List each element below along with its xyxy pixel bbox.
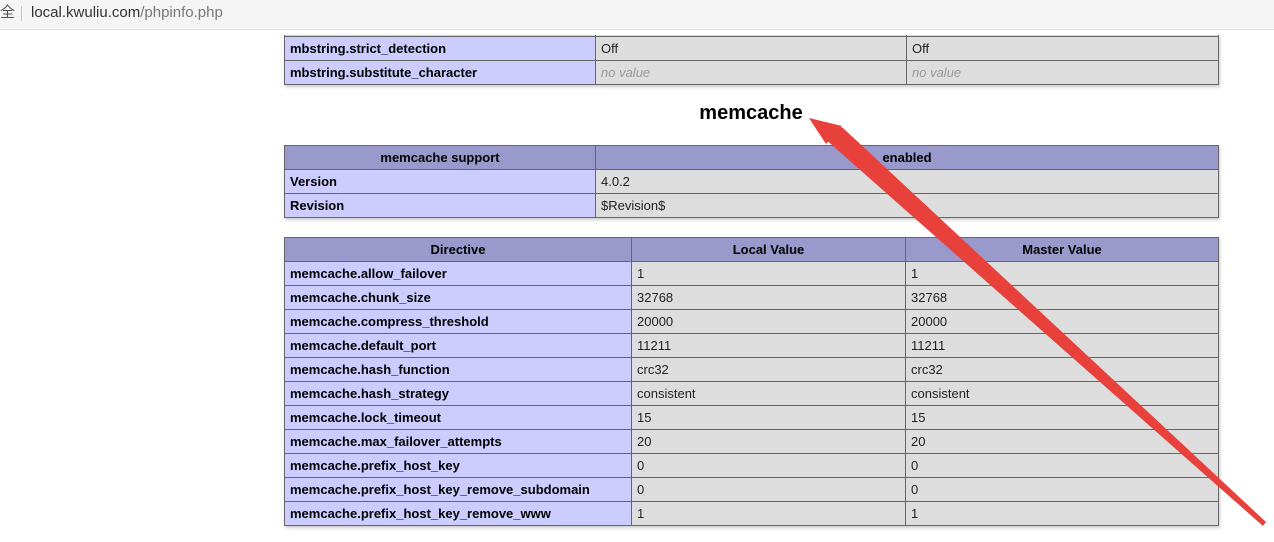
directive-name: memcache.chunk_size <box>284 285 632 310</box>
table-row: memcache.lock_timeout 15 15 <box>284 405 1219 430</box>
local-value: 20 <box>631 429 906 454</box>
directive-rows: memcache.allow_failover 1 1 memcache.chunk_… <box>284 261 1219 526</box>
master-value: 11211 <box>905 333 1219 358</box>
master-value: Off <box>906 35 1219 61</box>
master-value: no value <box>906 59 1219 85</box>
table-row: memcache.allow_failover 1 1 <box>284 261 1219 286</box>
table-row: memcache.compress_threshold 20000 20000 <box>284 309 1219 334</box>
table-row: memcache.hash_function crc32 crc32 <box>284 357 1219 382</box>
local-value: 20000 <box>631 309 906 334</box>
directive-name: memcache.max_failover_attempts <box>284 429 632 454</box>
section-title-memcache[interactable]: memcache <box>284 102 1218 125</box>
table-row: memcache.default_port 11211 11211 <box>284 333 1219 358</box>
local-value: Off <box>595 35 907 61</box>
memcache-support-table: memcache support enabled Version 4.0.2 R… <box>284 145 1219 218</box>
directive-name: memcache.allow_failover <box>284 261 632 286</box>
table-row: memcache.prefix_host_key_remove_www 1 1 <box>284 501 1219 526</box>
info-label: Version <box>284 169 596 194</box>
directive-name: memcache.hash_strategy <box>284 381 632 406</box>
local-value: 0 <box>631 453 906 478</box>
master-value: 0 <box>905 453 1219 478</box>
support-header-label: memcache support <box>284 145 596 170</box>
master-value: 1 <box>905 261 1219 286</box>
master-value: crc32 <box>905 357 1219 382</box>
local-value: crc32 <box>631 357 906 382</box>
table-row: mbstring.substitute_character no value n… <box>284 59 1219 85</box>
table-row: Revision $Revision$ <box>284 193 1219 218</box>
info-value: $Revision$ <box>595 193 1219 218</box>
info-value: 4.0.2 <box>595 169 1219 194</box>
column-header-local-value: Local Value <box>631 237 906 262</box>
table-row: memcache.chunk_size 32768 32768 <box>284 285 1219 310</box>
column-header-master-value: Master Value <box>905 237 1219 262</box>
memcache-directives-table: Directive Local Value Master Value memca… <box>284 237 1219 526</box>
directive-name: memcache.prefix_host_key <box>284 453 632 478</box>
mbstring-directives-table: mbstring.strict_detection Off Off mbstri… <box>284 35 1219 85</box>
master-value: consistent <box>905 381 1219 406</box>
master-value: 20 <box>905 429 1219 454</box>
master-value: 1 <box>905 501 1219 526</box>
table-row: mbstring.strict_detection Off Off <box>284 35 1219 61</box>
local-value: 15 <box>631 405 906 430</box>
master-value: 0 <box>905 477 1219 502</box>
directive-name: memcache.hash_function <box>284 357 632 382</box>
table-row: Version 4.0.2 <box>284 169 1219 194</box>
table-row: memcache.prefix_host_key 0 0 <box>284 453 1219 478</box>
security-indicator-icon[interactable]: 全 <box>0 0 15 26</box>
local-value: 0 <box>631 477 906 502</box>
directive-name: memcache.prefix_host_key_remove_www <box>284 501 632 526</box>
address-bar[interactable]: 全 local.kwuliu.com/phpinfo.php <box>0 0 1274 30</box>
address-bar-divider <box>21 6 22 21</box>
info-label: Revision <box>284 193 596 218</box>
directive-name: memcache.compress_threshold <box>284 309 632 334</box>
directive-name: mbstring.strict_detection <box>284 35 596 61</box>
master-value: 20000 <box>905 309 1219 334</box>
local-value: no value <box>595 59 907 85</box>
table-header-row: memcache support enabled <box>284 145 1219 170</box>
url-text[interactable]: local.kwuliu.com/phpinfo.php <box>31 0 223 26</box>
local-value: 1 <box>631 261 906 286</box>
table-row: memcache.hash_strategy consistent consiste… <box>284 381 1219 406</box>
local-value: 32768 <box>631 285 906 310</box>
directive-name: memcache.lock_timeout <box>284 405 632 430</box>
master-value: 32768 <box>905 285 1219 310</box>
url-path: /phpinfo.php <box>140 4 223 21</box>
local-value: consistent <box>631 381 906 406</box>
directive-name: mbstring.substitute_character <box>284 59 596 85</box>
column-header-directive: Directive <box>284 237 632 262</box>
local-value: 1 <box>631 501 906 526</box>
table-header-row: Directive Local Value Master Value <box>284 237 1219 262</box>
directive-name: memcache.default_port <box>284 333 632 358</box>
master-value: 15 <box>905 405 1219 430</box>
table-row: memcache.prefix_host_key_remove_subdomai… <box>284 477 1219 502</box>
local-value: 11211 <box>631 333 906 358</box>
url-host: local.kwuliu.com <box>31 4 141 21</box>
support-header-value: enabled <box>595 145 1219 170</box>
table-row: memcache.max_failover_attempts 20 20 <box>284 429 1219 454</box>
directive-name: memcache.prefix_host_key_remove_subdomai… <box>284 477 632 502</box>
